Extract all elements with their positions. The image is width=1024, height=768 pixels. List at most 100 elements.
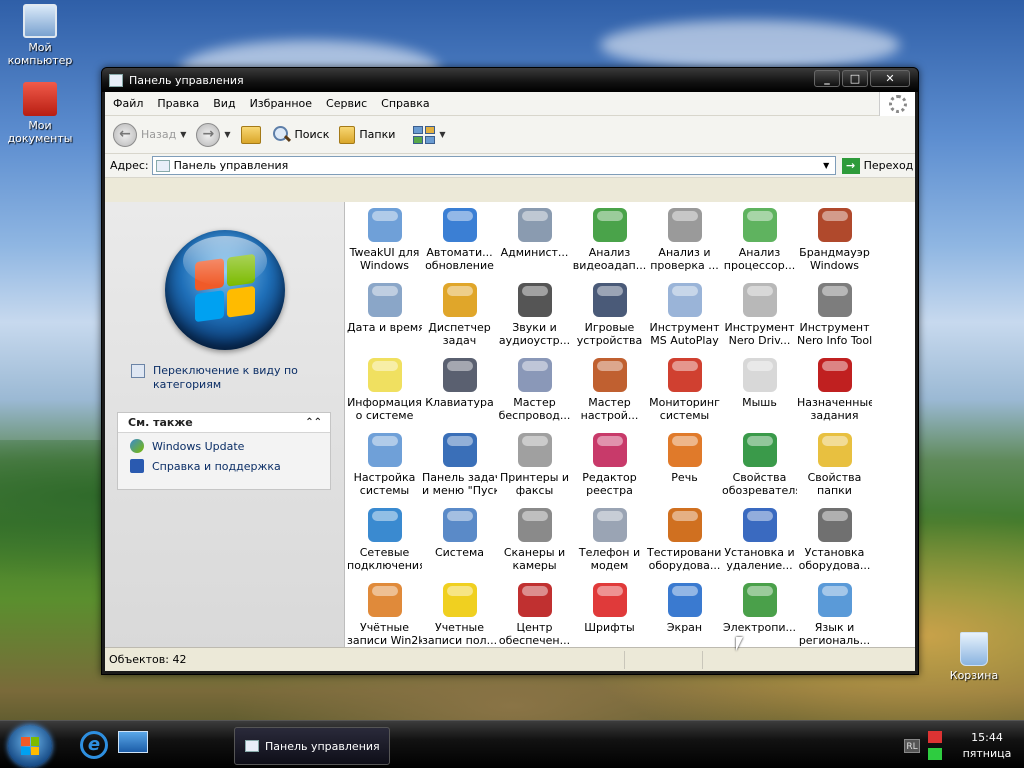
maximize-button[interactable]: □ xyxy=(842,70,868,87)
desktop-icon-recycle-bin[interactable]: Корзина xyxy=(934,632,1014,682)
control-panel-item[interactable]: Инструмент Nero Driv... xyxy=(722,281,797,356)
control-panel-item-icon xyxy=(592,433,627,467)
search-button[interactable]: Поиск xyxy=(271,125,329,145)
control-panel-item[interactable]: Учётные записи Win2k xyxy=(347,581,422,647)
chevron-down-icon[interactable]: ▼ xyxy=(180,130,186,139)
tray-app-icon[interactable] xyxy=(928,731,942,743)
item-label-line2: аудиоустр... xyxy=(498,334,571,347)
menu-help[interactable]: Справка xyxy=(381,97,429,110)
menu-favorites[interactable]: Избранное xyxy=(250,97,312,110)
chevron-down-icon[interactable]: ▼ xyxy=(818,157,835,174)
control-panel-item[interactable]: Назначенные задания xyxy=(797,356,872,431)
folders-label: Папки xyxy=(359,128,396,141)
item-label-line1: Инструмент xyxy=(799,321,870,334)
control-panel-item[interactable]: Звуки и аудиоустр... xyxy=(497,281,572,356)
control-panel-item[interactable]: Клавиатура xyxy=(422,356,497,431)
control-panel-item[interactable]: Дата и время xyxy=(347,281,422,356)
menu-file[interactable]: Файл xyxy=(113,97,143,110)
tray-status-icon[interactable] xyxy=(928,748,942,760)
help-and-support-link[interactable]: Справка и поддержка xyxy=(118,459,330,473)
back-button[interactable]: ← Назад ▼ xyxy=(113,122,186,147)
control-panel-item[interactable]: Игровые устройства xyxy=(572,281,647,356)
control-panel-item[interactable]: Мышь xyxy=(722,356,797,431)
switch-to-category-view-link[interactable]: Переключение к виду по категориям xyxy=(131,364,321,392)
control-panel-item[interactable]: Инструмент MS AutoPlay xyxy=(647,281,722,356)
control-panel-item-icon xyxy=(742,283,777,317)
control-panel-item[interactable]: Речь xyxy=(647,431,722,506)
control-panel-item[interactable]: Мастер настрой... xyxy=(572,356,647,431)
control-panel-item[interactable]: Установка и удаление... xyxy=(722,506,797,581)
taskbar-button-control-panel[interactable]: Панель управления xyxy=(234,727,390,765)
see-also-panel: См. также ⌃⌃ Windows Update Справка и по… xyxy=(117,412,331,490)
folders-button[interactable]: Папки xyxy=(339,125,396,144)
quicklaunch-show-desktop[interactable] xyxy=(118,731,148,759)
control-panel-item-icon xyxy=(742,508,777,542)
clock[interactable]: 15:44 пятница xyxy=(954,730,1020,762)
control-panel-item[interactable]: Брандмауэр Windows xyxy=(797,206,872,281)
control-panel-item[interactable]: Сканеры и камеры xyxy=(497,506,572,581)
address-input[interactable]: Панель управления ▼ xyxy=(151,156,836,175)
window-titlebar[interactable]: Панель управления _ □ ✕ xyxy=(102,68,918,92)
control-panel-item[interactable]: Автомати... обновление xyxy=(422,206,497,281)
see-also-header[interactable]: См. также ⌃⌃ xyxy=(118,413,330,433)
item-label-line2: региональ... xyxy=(798,634,871,647)
forward-button[interactable]: → ▼ xyxy=(196,122,231,147)
control-panel-item-icon xyxy=(442,208,477,242)
control-panel-item[interactable]: Принтеры и факсы xyxy=(497,431,572,506)
folders-icon xyxy=(339,125,356,144)
up-button[interactable] xyxy=(240,125,261,144)
chevron-down-icon[interactable]: ▼ xyxy=(224,130,230,139)
chevron-down-icon[interactable]: ▼ xyxy=(439,130,445,139)
desktop-icon-my-documents[interactable]: Мои документы xyxy=(0,82,80,145)
control-panel-item[interactable]: Мастер беспровод... xyxy=(497,356,572,431)
control-panel-item[interactable]: TweakUI для Windows xyxy=(347,206,422,281)
control-panel-item[interactable]: Инструмент Nero Info Tool xyxy=(797,281,872,356)
control-panel-item[interactable]: Сетевые подключения xyxy=(347,506,422,581)
control-panel-item[interactable]: Тестирование оборудова... xyxy=(647,506,722,581)
menu-view[interactable]: Вид xyxy=(213,97,235,110)
control-panel-item[interactable]: Анализ видеоадап... xyxy=(572,206,647,281)
control-panel-item-icon xyxy=(517,433,552,467)
control-panel-item[interactable]: Экран xyxy=(647,581,722,647)
control-panel-item[interactable]: Админист... xyxy=(497,206,572,281)
clock-time: 15:44 xyxy=(971,731,1003,744)
item-label-line1: Инструмент xyxy=(724,321,795,334)
item-label-line1: Информация xyxy=(347,396,422,409)
quicklaunch-internet-explorer[interactable]: e xyxy=(80,731,110,759)
control-panel-item[interactable]: Центр обеспечен... xyxy=(497,581,572,647)
control-panel-item[interactable]: Шрифты xyxy=(572,581,647,647)
start-button[interactable] xyxy=(8,725,52,767)
control-panel-item[interactable]: Язык и региональ... xyxy=(797,581,872,647)
minimize-button[interactable]: _ xyxy=(814,70,840,87)
control-panel-item[interactable]: Электропи... xyxy=(722,581,797,647)
desktop-icon-my-computer[interactable]: Мой компьютер xyxy=(0,4,80,67)
control-panel-item[interactable]: Система xyxy=(422,506,497,581)
control-panel-item[interactable]: Диспетчер задач xyxy=(422,281,497,356)
menu-edit[interactable]: Правка xyxy=(157,97,199,110)
control-panel-item[interactable]: Редактор реестра xyxy=(572,431,647,506)
control-panel-item-icon xyxy=(667,208,702,242)
throbber-icon xyxy=(889,95,907,113)
control-panel-item[interactable]: Панель задач и меню "Пуск" xyxy=(422,431,497,506)
item-label-line2: Nero Info Tool xyxy=(797,334,872,347)
collapse-chevron-icon[interactable]: ⌃⌃ xyxy=(305,413,322,432)
control-panel-item[interactable]: Информация о системе xyxy=(347,356,422,431)
menu-tools[interactable]: Сервис xyxy=(326,97,367,110)
go-button[interactable]: → Переход xyxy=(841,157,913,174)
control-panel-item[interactable]: Установка оборудова... xyxy=(797,506,872,581)
views-button[interactable]: ▼ xyxy=(413,125,446,144)
control-panel-item[interactable]: Телефон и модем xyxy=(572,506,647,581)
control-panel-item[interactable]: Учетные записи пол... xyxy=(422,581,497,647)
control-panel-item[interactable]: Анализ процессор... xyxy=(722,206,797,281)
item-label-line2: задания xyxy=(810,409,859,422)
language-indicator[interactable]: RL xyxy=(904,739,920,753)
control-panel-item[interactable]: Настройка системы xyxy=(347,431,422,506)
item-label-line2: системы xyxy=(359,484,410,497)
windows-update-link[interactable]: Windows Update xyxy=(118,439,330,453)
control-panel-item[interactable]: Свойства обозревателя xyxy=(722,431,797,506)
control-panel-item[interactable]: Свойства папки xyxy=(797,431,872,506)
control-panel-item[interactable]: Мониторинг системы xyxy=(647,356,722,431)
close-button[interactable]: ✕ xyxy=(870,70,910,87)
control-panel-item[interactable]: Анализ и проверка ... xyxy=(647,206,722,281)
item-label-line2: записи Win2k xyxy=(347,634,422,647)
